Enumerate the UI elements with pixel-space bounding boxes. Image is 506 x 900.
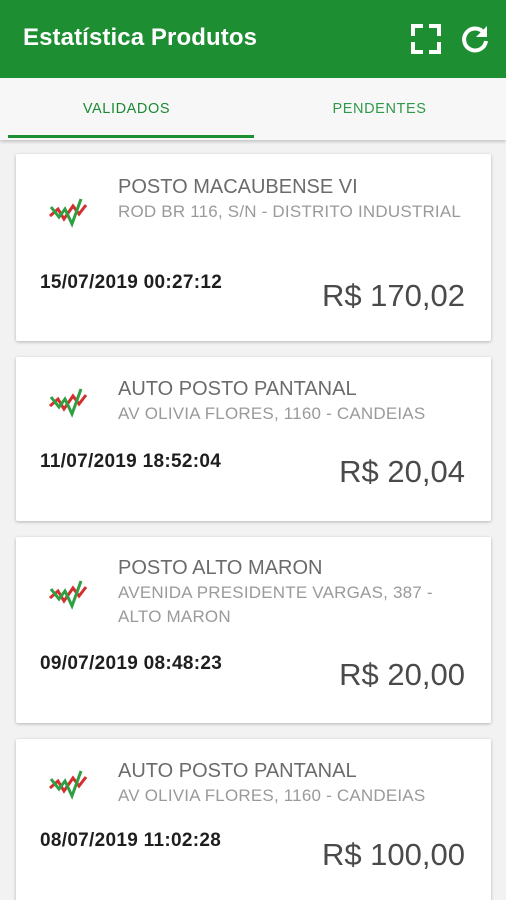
price: R$ 100,00 — [321, 837, 465, 872]
page-title: Estatística Produtos — [23, 24, 258, 51]
tab-pendentes[interactable]: PENDENTES — [253, 78, 506, 140]
station-address: AV OLIVIA FLORES, 1160 - CANDEIAS — [118, 786, 426, 805]
active-tab-indicator — [8, 135, 254, 138]
refresh-icon — [462, 26, 488, 53]
list-item[interactable]: POSTO ALTO MARON AVENIDA PRESIDENTE VARG… — [16, 537, 491, 723]
date-time: 09/07/2019 08:48:23 — [40, 653, 223, 674]
list-item[interactable]: POSTO MACAUBENSE VI ROD BR 116, S/N - DI… — [16, 154, 491, 341]
app-bar: Estatística Produtos — [0, 0, 506, 78]
price: R$ 170,02 — [321, 278, 465, 313]
tab-bar: VALIDADOS PENDENTES — [0, 78, 506, 140]
station-address: AV OLIVIA FLORES, 1160 - CANDEIAS — [118, 404, 426, 423]
chart-logo-icon — [49, 770, 88, 800]
date-time: 08/07/2019 11:02:28 — [40, 830, 222, 851]
chart-logo-icon — [49, 580, 88, 610]
station-address: ROD BR 116, S/N - DISTRITO INDUSTRIAL — [118, 202, 462, 221]
date-time: 15/07/2019 00:27:12 — [40, 272, 223, 293]
list-item[interactable]: AUTO POSTO PANTANAL AV OLIVIA FLORES, 11… — [16, 357, 491, 521]
chart-logo-icon — [49, 388, 88, 418]
station-name: POSTO MACAUBENSE VI — [118, 176, 358, 198]
refresh-button[interactable] — [458, 22, 492, 56]
fullscreen-icon — [411, 24, 441, 54]
price: R$ 20,00 — [339, 657, 465, 692]
date-time: 11/07/2019 18:52:04 — [40, 451, 222, 472]
station-address: AVENIDA PRESIDENTE VARGAS, 387 - ALTO MA… — [118, 583, 433, 626]
price: R$ 20,04 — [339, 454, 465, 489]
station-name: AUTO POSTO PANTANAL — [118, 378, 357, 400]
list-item[interactable]: AUTO POSTO PANTANAL AV OLIVIA FLORES, 11… — [16, 739, 491, 900]
station-name: POSTO ALTO MARON — [118, 557, 323, 579]
fullscreen-button[interactable] — [409, 22, 443, 56]
chart-logo-icon — [49, 198, 88, 228]
station-name: AUTO POSTO PANTANAL — [118, 760, 357, 782]
tab-validados[interactable]: VALIDADOS — [0, 78, 253, 140]
